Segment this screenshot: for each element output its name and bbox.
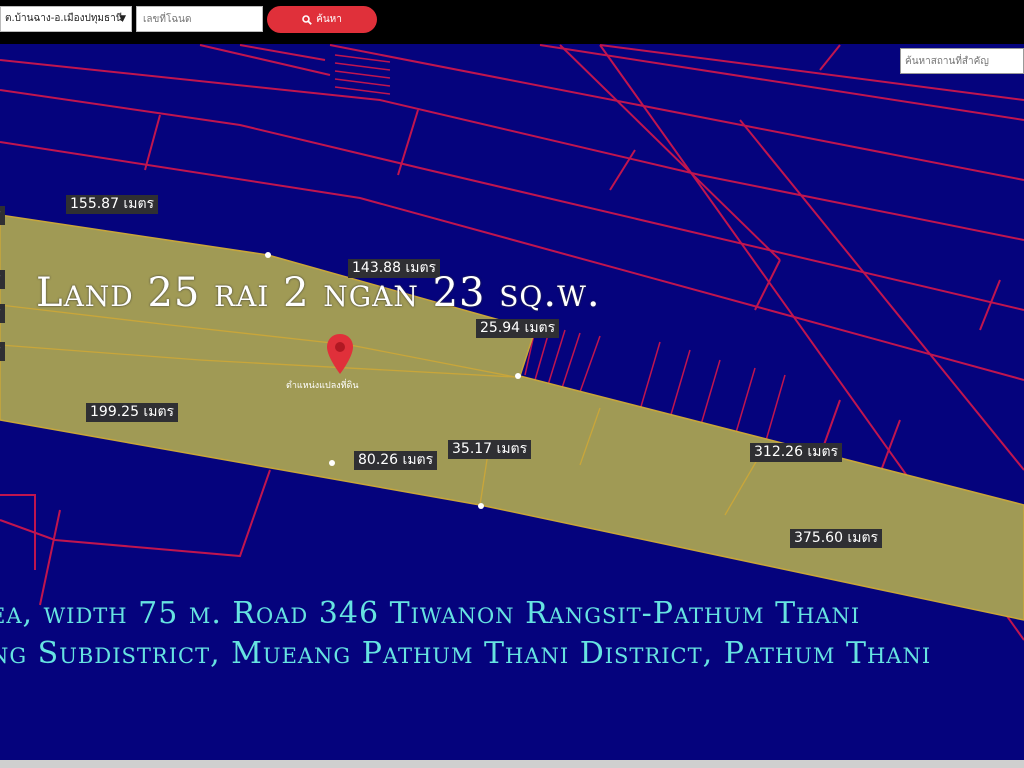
dimension-label: 312.26 เมตร (750, 443, 843, 462)
parcel-number-input[interactable] (136, 6, 263, 32)
marker-label: ตำแหน่งแปลงที่ดิน (286, 381, 359, 391)
search-icon (302, 14, 312, 25)
search-button[interactable]: ค้นหา (267, 6, 377, 33)
dimension-label: 375.60 เมตร (790, 529, 883, 548)
place-search-input[interactable] (900, 48, 1024, 74)
search-button-label: ค้นหา (316, 14, 342, 25)
caption-line-1: ea, width 75 m. Road 346 Tiwanon Rangsit… (0, 596, 861, 631)
dimension-label: ตร (0, 206, 5, 225)
dimension-label: 35.17 เมตร (448, 440, 532, 459)
dimension-label: ตร (0, 270, 5, 289)
dimension-label: 25.94 เมตร (476, 319, 560, 338)
district-select-value: ต.บ้านฉาง-อ.เมืองปทุมธานี (5, 13, 123, 24)
dimension-label: 155.87 เมตร (66, 195, 159, 214)
location-pin-icon[interactable] (326, 333, 354, 375)
dimension-label: ตร (0, 304, 5, 323)
dimension-label: 80.26 เมตร (354, 451, 438, 470)
dimension-label: 199.25 เมตร (86, 403, 179, 422)
dimension-label: ตร (0, 342, 5, 361)
chevron-down-icon: ▼ (119, 14, 126, 24)
land-title: Land 25 rai 2 ngan 23 sq.w. (36, 270, 601, 316)
top-toolbar: ต.บ้านฉาง-อ.เมืองปทุมธานี ▼ ค้นหา (0, 0, 1024, 44)
district-select[interactable]: ต.บ้านฉาง-อ.เมืองปทุมธานี ▼ (0, 6, 132, 32)
bottom-edge (0, 760, 1024, 768)
caption-line-2: ng Subdistrict, Mueang Pathum Thani Dist… (0, 636, 932, 671)
